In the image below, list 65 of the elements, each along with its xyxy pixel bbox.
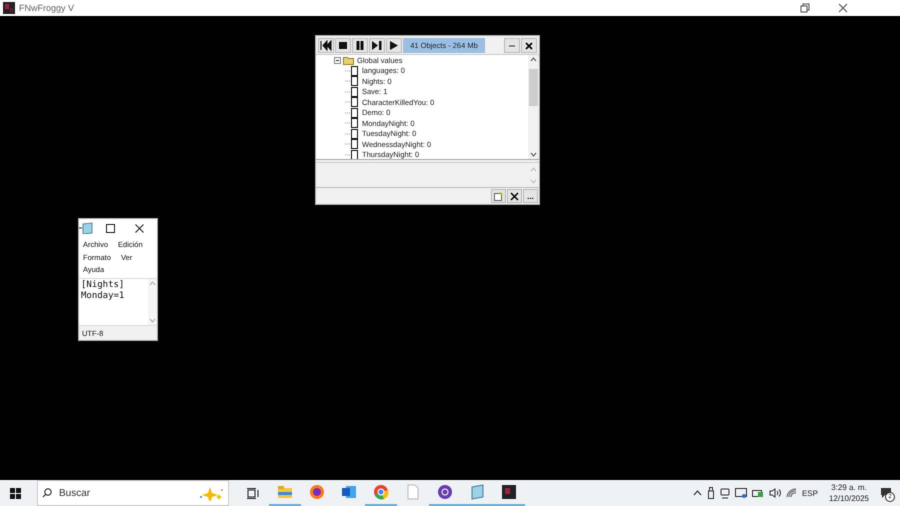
search-field[interactable]: Buscar — [37, 480, 229, 506]
sparkle-icon — [198, 485, 224, 501]
notepad-icon — [79, 222, 93, 234]
tree-branch-icon — [345, 122, 351, 124]
scrollbar[interactable] — [528, 55, 539, 159]
minimize-button[interactable] — [504, 38, 520, 53]
close-icon — [510, 192, 519, 200]
stop-icon — [337, 40, 349, 51]
restore-icon[interactable] — [800, 3, 810, 13]
step-icon — [371, 40, 383, 51]
usb-drive-icon[interactable] — [706, 487, 715, 499]
play-button[interactable] — [386, 38, 402, 53]
tree-branch-icon — [345, 101, 351, 104]
camera-icon[interactable] — [720, 488, 730, 498]
delete-button[interactable] — [507, 189, 522, 203]
text-editor[interactable]: [Nights] Monday=1 — [79, 278, 148, 325]
app-icon — [3, 2, 15, 14]
game-icon — [500, 483, 518, 501]
collapse-icon[interactable] — [334, 56, 341, 64]
display-icon[interactable] — [734, 488, 747, 498]
word-processor-icon — [340, 483, 358, 501]
more-button[interactable]: ... — [523, 189, 538, 203]
wifi-icon[interactable] — [786, 488, 797, 498]
close-icon[interactable] — [838, 3, 848, 13]
tree-branch-icon — [345, 154, 351, 156]
close-icon[interactable] — [135, 224, 144, 232]
folder-icon — [343, 56, 354, 65]
text-line: Monday=1 — [81, 290, 126, 302]
new-page-icon — [494, 192, 503, 200]
search-placeholder: Buscar — [59, 488, 92, 498]
tree-branch-icon — [345, 90, 351, 93]
clock-date: 12/10/2025 — [828, 493, 869, 504]
text-line: [Nights] — [81, 280, 126, 290]
rewind-icon — [320, 40, 332, 51]
new-button[interactable] — [491, 189, 506, 203]
rewind-button[interactable] — [318, 38, 334, 53]
scroll-up-icon[interactable] — [530, 57, 537, 62]
chevron-up-icon[interactable] — [692, 490, 702, 496]
pause-icon — [354, 40, 366, 51]
browser-icon — [372, 483, 390, 501]
close-icon — [525, 42, 533, 50]
clock[interactable]: 3:29 a. m. 12/10/2025 — [828, 482, 869, 504]
tree-branch-icon — [345, 112, 351, 114]
close-button[interactable] — [521, 38, 537, 53]
play-icon — [388, 40, 400, 51]
window-title: FNwFroggy V — [19, 3, 74, 13]
folder-icon — [276, 483, 294, 501]
pause-button[interactable] — [352, 38, 368, 53]
tree-branch-icon — [345, 132, 351, 135]
tree-branch-icon — [345, 70, 351, 72]
scroll-down-icon[interactable] — [530, 152, 537, 157]
volume-icon[interactable] — [768, 488, 781, 498]
battery-icon[interactable] — [752, 488, 764, 498]
stop-button[interactable] — [335, 38, 351, 53]
tree-branch-icon — [345, 143, 351, 146]
task-view-icon — [247, 488, 259, 498]
browser-icon — [436, 483, 454, 501]
tree-branch-icon — [345, 80, 351, 82]
step-button[interactable] — [369, 38, 385, 53]
browser-icon — [308, 483, 326, 501]
language-indicator[interactable]: ESP — [802, 488, 818, 498]
windows-logo-icon — [10, 488, 20, 498]
clock-time: 3:29 a. m. — [831, 482, 867, 493]
maximize-icon[interactable] — [106, 224, 115, 232]
search-icon — [42, 488, 52, 498]
